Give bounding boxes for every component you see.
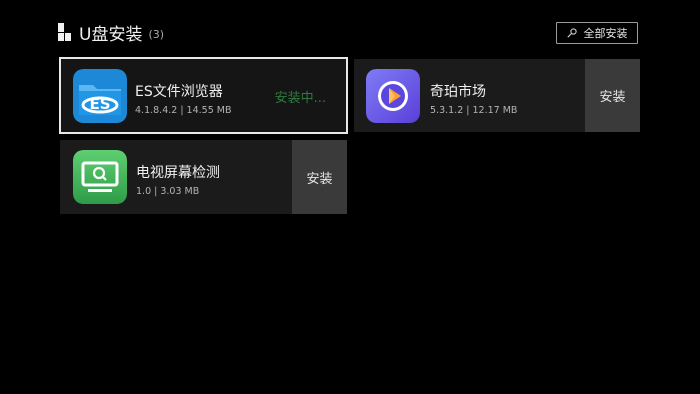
- app-card-qipo-market[interactable]: 奇珀市场 5.3.1.2 | 12.17 MB 安装: [354, 59, 640, 132]
- pin-icon: [566, 28, 577, 38]
- app-card-es-file-explorer[interactable]: ES ES文件浏览器 4.1.8.4.2 | 14.55 MB 安装中...: [59, 57, 348, 134]
- page-header: U盘安装 (3): [58, 20, 165, 45]
- usb-drive-icon: [58, 23, 72, 41]
- app-name: 奇珀市场: [430, 84, 486, 100]
- install-button[interactable]: 安装: [292, 140, 347, 214]
- app-card-tv-screen-test[interactable]: 电视屏幕检测 1.0 | 3.03 MB 安装: [60, 140, 347, 214]
- app-count: (3): [148, 27, 165, 41]
- app-version-size: 5.3.1.2 | 12.17 MB: [430, 105, 518, 116]
- app-name: ES文件浏览器: [135, 84, 223, 100]
- install-all-button[interactable]: 全部安装: [556, 22, 638, 44]
- app-name: 电视屏幕检测: [136, 165, 220, 181]
- es-file-explorer-icon: ES: [73, 69, 127, 123]
- tv-screen-test-icon: [73, 150, 127, 204]
- install-all-label: 全部安装: [583, 27, 628, 40]
- install-status: 安装中...: [274, 91, 326, 106]
- qipo-market-icon: [366, 69, 420, 123]
- svg-text:ES: ES: [89, 95, 110, 113]
- app-version-size: 4.1.8.4.2 | 14.55 MB: [135, 105, 232, 116]
- install-button[interactable]: 安装: [585, 59, 640, 132]
- app-version-size: 1.0 | 3.03 MB: [136, 186, 200, 197]
- page-title: U盘安装: [79, 24, 143, 45]
